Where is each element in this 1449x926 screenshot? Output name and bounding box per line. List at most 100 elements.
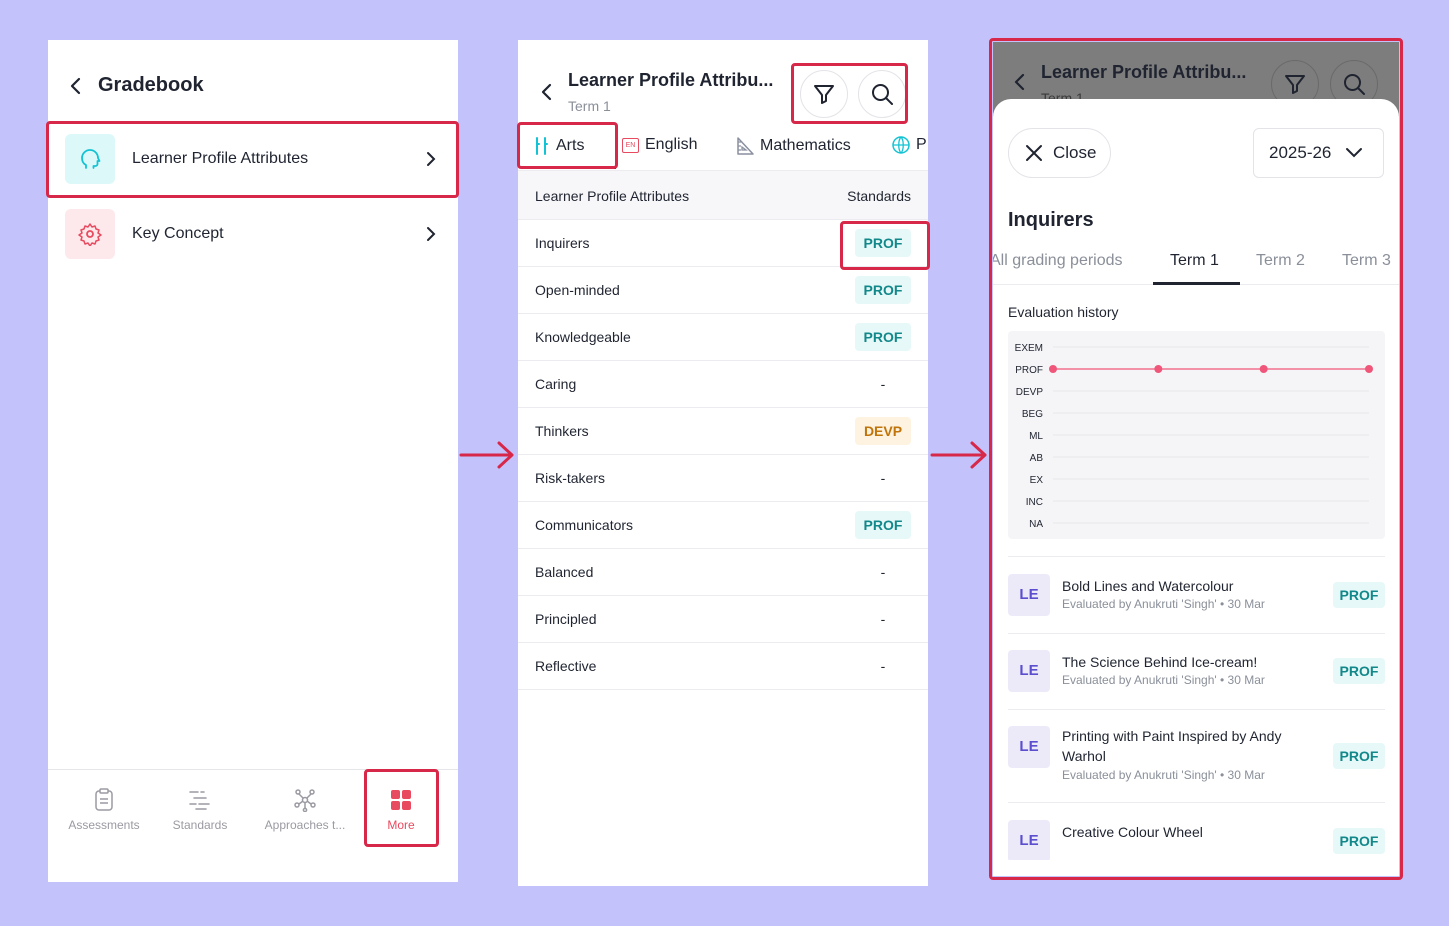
close-icon	[1026, 145, 1042, 161]
back-chevron-icon[interactable]	[540, 82, 554, 102]
close-button[interactable]: Close	[1008, 128, 1111, 178]
menu-item-key-concept[interactable]: Key Concept	[48, 199, 458, 269]
en-icon: EN	[622, 137, 639, 153]
table-row[interactable]: Risk-takers -	[518, 455, 928, 502]
standard-badge: -	[880, 611, 886, 627]
close-label: Close	[1053, 143, 1097, 162]
attribute-name: Caring	[535, 376, 577, 392]
table-row[interactable]: Knowledgeable PROF	[518, 314, 928, 361]
table-row[interactable]: Principled -	[518, 596, 928, 643]
attribute-name: Risk-takers	[535, 470, 606, 486]
table-row[interactable]: Balanced -	[518, 549, 928, 596]
menu-item-learner-profile[interactable]: Learner Profile Attributes	[48, 124, 458, 194]
filter-button[interactable]	[800, 70, 848, 118]
term-tabs: All grading periods Term 1 Term 2 Term 3	[993, 239, 1399, 285]
attribute-name: Balanced	[535, 564, 594, 580]
data-point	[1154, 365, 1163, 373]
head-icon	[65, 134, 115, 184]
status-badge: PROF	[1333, 743, 1385, 769]
search-button[interactable]	[858, 70, 906, 118]
brush-icon	[536, 137, 548, 155]
menu-item-label: Key Concept	[132, 225, 224, 242]
avatar: LE	[1008, 650, 1050, 692]
table-row[interactable]: Thinkers DEVP	[518, 408, 928, 455]
attribute-name: Inquirers	[535, 235, 590, 251]
arrow-right-icon	[930, 441, 987, 469]
evaluation-meta: Evaluated by Anukruti 'Singh' • 30 Mar	[1062, 673, 1265, 687]
gradebook-screen: Gradebook Learner Profile Attributes Key…	[48, 40, 458, 882]
bottom-tab-bar: Assessments Standards Approaches t... Mo…	[48, 769, 458, 882]
back-chevron-icon	[1014, 73, 1025, 91]
tab-more[interactable]: More	[351, 786, 451, 832]
column-header-standards: Standards	[847, 188, 911, 204]
active-term-indicator	[1153, 282, 1240, 285]
year-value: 2025-26	[1269, 143, 1332, 162]
attribute-name: Communicators	[535, 517, 634, 533]
standard-badge: PROF	[855, 229, 911, 257]
tab-standards[interactable]: Standards	[150, 786, 250, 832]
attribute-name: Reflective	[535, 658, 597, 674]
tab-other-subject[interactable]: P:	[892, 136, 928, 154]
active-tab-indicator	[530, 166, 616, 169]
tab-term-2[interactable]: Term 2	[1256, 252, 1305, 270]
standard-badge: -	[880, 658, 886, 674]
year-select[interactable]: 2025-26	[1253, 128, 1384, 178]
evaluation-item[interactable]: LE Bold Lines and Watercolour Evaluated …	[1008, 574, 1385, 634]
evaluation-chart: EXEM PROF DEVP BEG ML AB EX INC NA	[1008, 331, 1385, 539]
tab-all-grading-periods[interactable]: All grading periods	[993, 252, 1123, 270]
table-row[interactable]: Reflective -	[518, 643, 928, 690]
avatar: LE	[1008, 726, 1050, 768]
standard-badge: DEVP	[855, 417, 911, 445]
divider	[1008, 802, 1385, 803]
table-row[interactable]: Caring -	[518, 361, 928, 408]
evaluation-item[interactable]: LE The Science Behind Ice-cream! Evaluat…	[1008, 650, 1385, 710]
tab-label: Approaches t...	[264, 818, 346, 832]
tab-label: Assessments	[68, 818, 140, 832]
tab-term-3[interactable]: Term 3	[1342, 252, 1391, 270]
evaluation-item[interactable]: LE Printing with Paint Inspired by Andy …	[1008, 726, 1385, 806]
y-tick-label: BEG	[1022, 409, 1043, 420]
tab-english[interactable]: EN English	[622, 136, 697, 154]
y-tick-label: EX	[1030, 475, 1044, 486]
y-tick-label: INC	[1026, 497, 1043, 508]
standard-badge: -	[880, 470, 886, 486]
tab-approaches[interactable]: Approaches t...	[255, 786, 355, 832]
tab-mathematics[interactable]: Mathematics	[736, 136, 851, 156]
divider	[1008, 633, 1385, 634]
attribute-name: Open-minded	[535, 282, 620, 298]
page-title: Learner Profile Attribu...	[568, 70, 774, 90]
tab-label: Standards	[172, 818, 228, 832]
tab-assessments[interactable]: Assessments	[54, 786, 154, 832]
ruler-icon	[737, 137, 754, 155]
y-tick-label: PROF	[1015, 365, 1043, 376]
back-chevron-icon[interactable]	[68, 76, 84, 96]
tab-label: Mathematics	[760, 137, 851, 154]
list-icon	[150, 786, 250, 814]
tab-label: P:	[916, 136, 928, 153]
search-icon	[1344, 74, 1365, 95]
learner-profile-screen: Learner Profile Attribu... Term 1 Arts E…	[518, 40, 928, 886]
detail-bottom-sheet: Close 2025-26 Inquirers All grading peri…	[993, 99, 1399, 876]
evaluation-item[interactable]: LE Creative Colour Wheel PROF	[1008, 820, 1385, 860]
tab-term-1[interactable]: Term 1	[1170, 252, 1219, 270]
evaluation-title: The Science Behind Ice-cream!	[1062, 654, 1258, 670]
menu-item-label: Learner Profile Attributes	[132, 150, 309, 167]
chevron-down-icon	[1346, 148, 1363, 158]
table-row[interactable]: Inquirers PROF	[518, 220, 928, 267]
globe-icon	[892, 136, 910, 154]
evaluation-meta: Evaluated by Anukruti 'Singh' • 30 Mar	[1062, 768, 1265, 782]
evaluation-title: Bold Lines and Watercolour	[1062, 578, 1234, 594]
tab-arts[interactable]: Arts	[534, 136, 584, 156]
column-header-attributes: Learner Profile Attributes	[535, 188, 690, 204]
attribute-name: Thinkers	[535, 423, 589, 439]
grid-icon	[351, 786, 451, 814]
status-badge: PROF	[1333, 582, 1385, 608]
tab-label: English	[645, 136, 698, 153]
arrow-right-icon	[459, 441, 514, 469]
table-row[interactable]: Open-minded PROF	[518, 267, 928, 314]
evaluation-meta: Evaluated by Anukruti 'Singh' • 30 Mar	[1062, 597, 1265, 611]
table-row[interactable]: Communicators PROF	[518, 502, 928, 549]
subject-tabs: Arts EN English Mathematics P:	[518, 128, 928, 170]
gradebook-header: Gradebook	[68, 74, 204, 97]
standard-badge: -	[880, 376, 886, 392]
